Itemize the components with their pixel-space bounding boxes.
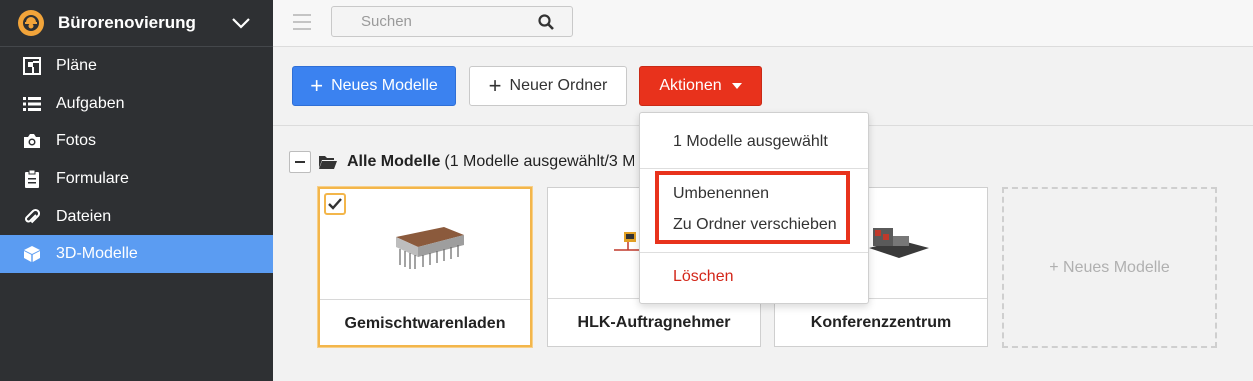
caret-down-icon [731,83,742,89]
model-thumbnail [320,189,530,300]
new-folder-button-label: Neuer Ordner [509,77,608,94]
sidebar-item-3d-models[interactable]: 3D-Modelle [0,235,273,274]
rename-menu-item[interactable]: Umbenennen [673,185,769,203]
building-model-image [396,227,464,269]
top-bar [273,0,1253,47]
sidebar-item-label: Dateien [56,207,112,225]
model-name: Gemischtwarenladen [344,315,506,332]
sidebar-item-label: Formulare [56,169,129,187]
sidebar-item-label: Pläne [56,56,97,74]
model-name: Konferenzzentrum [810,314,952,331]
paperclip-icon [22,207,42,227]
delete-menu-item[interactable]: Löschen [673,268,734,286]
conference-center-model-image [869,228,929,258]
folder-tree-row: Alle Modelle (1 Modelle ausgewählt/3 Mod… [289,151,634,173]
model-card[interactable]: Gemischtwarenladen [318,187,532,347]
new-model-card[interactable]: + Neues Modelle [1002,187,1217,348]
new-folder-button[interactable]: + Neuer Ordner [469,66,627,106]
sidebar: Bürorenovierung Pläne Aufgaben Fotos For… [0,0,273,381]
sidebar-item-label: Aufgaben [56,94,125,112]
camera-icon [22,131,42,151]
search-box [331,6,573,37]
sidebar-item-files[interactable]: Dateien [0,198,273,236]
select-checkbox[interactable] [324,193,346,215]
folder-title: Alle Modelle [347,153,441,170]
list-icon [22,94,42,114]
plus-icon: + [488,73,502,98]
search-icon[interactable] [538,14,554,30]
sidebar-item-forms[interactable]: Formulare [0,160,273,198]
actions-dropdown-menu: 1 Modelle ausgewählt Umbenennen Zu Ordne… [639,112,869,304]
sidebar-item-plans[interactable]: Pläne [0,47,273,85]
sidebar-item-tasks[interactable]: Aufgaben [0,85,273,123]
collapse-toggle[interactable] [289,151,311,173]
checkmark-icon [328,198,342,210]
sidebar-item-photos[interactable]: Fotos [0,122,273,160]
dropdown-divider [640,168,868,169]
clipboard-icon [22,169,42,189]
project-name: Bürorenovierung [58,13,196,32]
actions-button[interactable]: Aktionen [639,66,762,106]
folder-open-icon [319,156,337,169]
sidebar-item-label: 3D-Modelle [56,245,138,263]
hamburger-menu-icon[interactable] [293,14,311,30]
project-switcher[interactable]: Bürorenovierung [0,0,273,47]
new-model-button-label: Neues Modelle [331,77,438,94]
plans-icon [22,56,42,76]
project-logo-icon [18,10,44,36]
move-to-folder-menu-item[interactable]: Zu Ordner verschieben [673,216,837,234]
selection-summary: (1 Modelle ausgewählt/3 Modelle) [444,153,635,170]
actions-button-label: Aktionen [659,77,722,94]
sidebar-item-label: Fotos [56,132,97,150]
dropdown-header: 1 Modelle ausgewählt [673,133,828,150]
model-name: HLK-Auftragnehmer [577,314,731,331]
cube-icon [22,244,42,264]
new-model-button[interactable]: + Neues Modelle [292,66,456,106]
plus-icon: + [310,73,324,98]
search-input[interactable] [332,7,522,36]
dropdown-divider [640,252,868,253]
chevron-down-icon[interactable] [231,17,251,29]
